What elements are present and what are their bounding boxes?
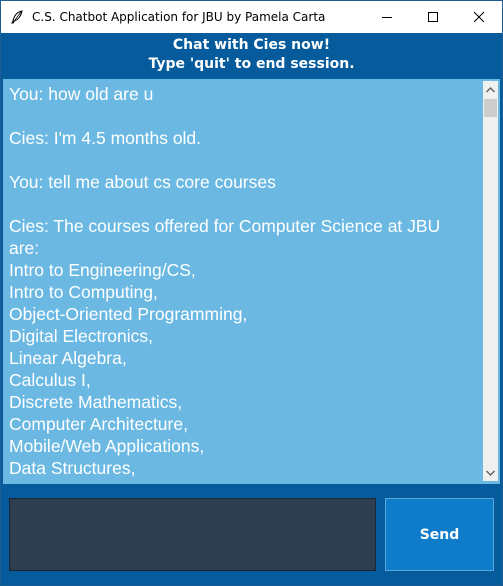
chat-log[interactable]: You: how old are u Cies: I'm 4.5 months o… xyxy=(3,79,500,484)
minimize-icon xyxy=(382,17,392,18)
message-input[interactable] xyxy=(9,498,376,571)
chat-line: Mobile/Web Applications, xyxy=(9,436,205,456)
chat-transcript: You: how old are u Cies: I'm 4.5 months o… xyxy=(9,83,483,481)
chevron-up-icon xyxy=(486,86,495,92)
chat-header: Chat with Cies now! Type 'quit' to end s… xyxy=(1,33,502,77)
header-instructions: Type 'quit' to end session. xyxy=(148,56,355,72)
chat-line: You: how old are u xyxy=(9,84,154,104)
feather-icon xyxy=(9,9,25,25)
chevron-down-icon xyxy=(486,470,495,476)
chat-line: are: xyxy=(9,238,40,258)
chat-line: Object-Oriented Programming, xyxy=(9,304,248,324)
chat-line: Calculus I, xyxy=(9,370,91,390)
window-title: C.S. Chatbot Application for JBU by Pame… xyxy=(32,10,326,24)
chat-spacer xyxy=(9,193,483,215)
window-controls xyxy=(364,1,502,33)
chat-line: You: tell me about cs core courses xyxy=(9,172,276,192)
chat-line: Discrete Mathematics, xyxy=(9,392,183,412)
scroll-up-button[interactable] xyxy=(483,81,498,98)
chat-line: Intro to Computing, xyxy=(9,282,158,302)
chat-spacer xyxy=(9,105,483,127)
title-bar[interactable]: C.S. Chatbot Application for JBU by Pame… xyxy=(1,1,502,33)
chat-line: Cies: The courses offered for Computer S… xyxy=(9,216,441,236)
minimize-button[interactable] xyxy=(364,1,410,33)
app-window: C.S. Chatbot Application for JBU by Pame… xyxy=(0,0,503,586)
chat-line: Computer Architecture, xyxy=(9,414,188,434)
chat-spacer xyxy=(9,149,483,171)
chat-scrollbar[interactable] xyxy=(483,81,498,481)
close-icon xyxy=(473,11,485,23)
chat-line: Intro to Engineering/CS, xyxy=(9,260,196,280)
header-title: Chat with Cies now! xyxy=(172,37,331,53)
maximize-icon xyxy=(428,12,438,22)
chat-line: Cies: I'm 4.5 months old. xyxy=(9,128,202,148)
close-button[interactable] xyxy=(456,1,502,33)
chat-line: Linear Algebra, xyxy=(9,348,127,368)
send-button[interactable]: Send xyxy=(385,498,494,571)
maximize-button[interactable] xyxy=(410,1,456,33)
chat-line: Data Structures, xyxy=(9,458,136,478)
scroll-down-button[interactable] xyxy=(483,464,498,481)
scrollbar-thumb[interactable] xyxy=(484,99,497,117)
chat-line: Digital Electronics, xyxy=(9,326,153,346)
